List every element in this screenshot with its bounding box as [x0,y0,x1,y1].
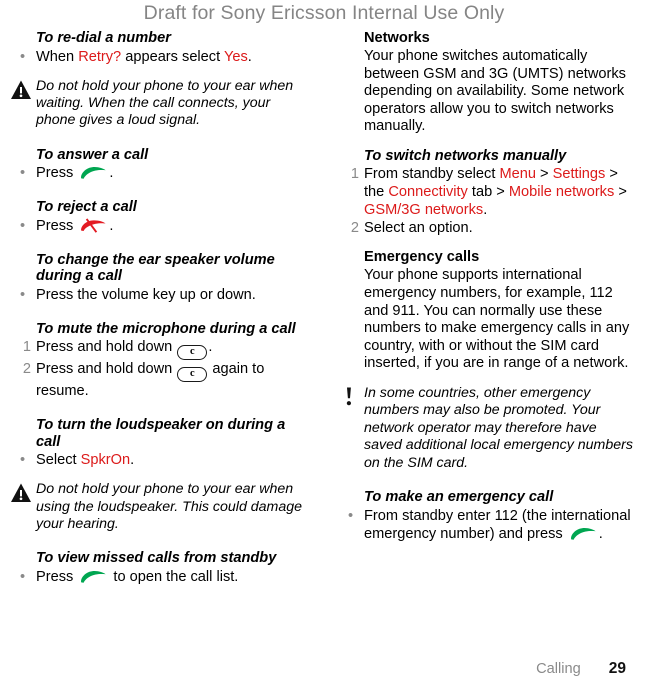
procedure-title-reject: To reject a call [36,199,137,216]
step-number: 2 [350,220,359,237]
exclamation-note-icon [338,386,360,408]
step-text-part: . [247,48,252,65]
ui-string-yes: Yes [223,48,248,65]
procedure-title-mute: To mute the microphone during a call [36,320,296,337]
call-icon [79,165,107,180]
call-icon [79,569,107,584]
section-body-emergency-calls: Your phone supports international emerge… [364,267,630,372]
step-number: 1 [350,166,359,183]
bullet-marker: • [20,568,26,585]
step-text-part: From standby select [364,166,500,183]
ui-string-connectivity: Connectivity [388,184,468,201]
step-text-part: to open the call list. [109,568,239,585]
page-footer: Calling 29 [0,660,648,678]
step-text: Select an option. [364,220,473,237]
list-item: 2 Press and hold down c again to resume. [23,360,312,400]
step-text-part: When [36,48,79,65]
step-text: Press the volume key up or down. [36,286,256,303]
footer-page-number: 29 [608,660,626,677]
section-title-emergency-calls: Emergency calls [364,249,480,266]
step-text-part: appears select [121,48,224,65]
step-text-part: > [535,166,553,183]
step-text-part: Press [36,217,78,234]
note-callout: In some countries, other emergency numbe… [346,385,636,472]
warning-text: Do not hold your phone to your ear when … [36,481,303,533]
ui-string-settings: Settings [552,166,606,183]
procedure-title-switch-networks: To switch networks manually [364,147,567,164]
warning-triangle-icon [10,79,32,101]
list-item: • Select SpkrOn. [20,451,312,469]
clear-key-icon: c [177,367,208,383]
warning-triangle-icon [10,482,32,504]
list-item: 1 Press and hold down c. [23,338,312,361]
procedure-title-loudspeaker: To turn the loudspeaker on during a call [36,417,286,450]
bullet-marker: • [20,286,26,303]
list-item: 1 From standby select Menu > Settings > … [351,165,636,219]
step-text-part: Press and hold down [36,339,177,356]
procedure-title-ear-volume: To change the ear speaker volume during … [36,251,275,285]
list-item: • Press . [20,164,312,182]
bullet-marker: • [20,452,26,469]
step-text-part: . [483,202,488,219]
step-text-part: > [614,184,627,201]
bullet-marker: • [348,507,354,524]
note-text: In some countries, other emergency numbe… [364,385,633,471]
right-column: Networks Your phone switches automatical… [324,30,648,650]
left-column: To re-dial a number • When Retry? appear… [0,30,324,650]
step-text-part: . [208,339,213,356]
call-icon [569,526,597,541]
footer-chapter-name: Calling [536,661,581,677]
procedure-title-make-emergency-call: To make an emergency call [364,489,554,506]
step-number: 2 [22,361,31,378]
list-item: • When Retry? appears select Yes. [20,48,312,66]
step-text-part: . [109,165,114,182]
bullet-marker: • [20,217,26,234]
step-text-part: Press and hold down [36,361,177,378]
step-text-part: Press [36,165,78,182]
ui-string-mobile-networks: Mobile networks [508,184,615,201]
step-text-part: . [130,452,135,469]
page-body: To re-dial a number • When Retry? appear… [0,30,648,650]
clear-key-icon: c [177,345,208,361]
procedure-title-missed-calls: To view missed calls from standby [36,550,277,567]
step-text-part: Select [36,452,81,469]
section-title-networks: Networks [364,30,430,46]
list-item: • Press . [20,217,312,235]
draft-watermark-header: Draft for Sony Ericsson Internal Use Onl… [143,2,505,24]
section-body-networks: Your phone switches automatically betwee… [364,48,626,135]
warning-callout: Do not hold your phone to your ear when … [11,481,312,533]
procedure-title-redial: To re-dial a number [36,30,171,46]
step-text-part: Press [36,568,78,585]
step-text-part: . [109,217,114,234]
list-item: • Press the volume key up or down. [20,286,312,304]
step-number: 1 [22,339,31,356]
ui-string-menu: Menu [499,166,536,183]
warning-text: Do not hold your phone to your ear when … [36,77,294,129]
procedure-title-answer: To answer a call [36,146,149,163]
step-text-part: . [598,525,603,542]
warning-callout: Do not hold your phone to your ear when … [11,77,312,130]
list-item: • Press to open the call list. [20,568,312,586]
ui-string-gsm-3g-networks: GSM/3G networks [364,202,484,219]
list-item: • From standby enter 112 (the internatio… [348,507,636,543]
ui-string-spkron: SpkrOn [80,452,131,469]
bullet-marker: • [20,48,26,65]
step-text-part: tab > [467,184,509,201]
list-item: 2 Select an option. [351,219,636,237]
ui-string-retry: Retry? [78,48,122,65]
bullet-marker: • [20,165,26,182]
end-call-icon [79,218,107,233]
